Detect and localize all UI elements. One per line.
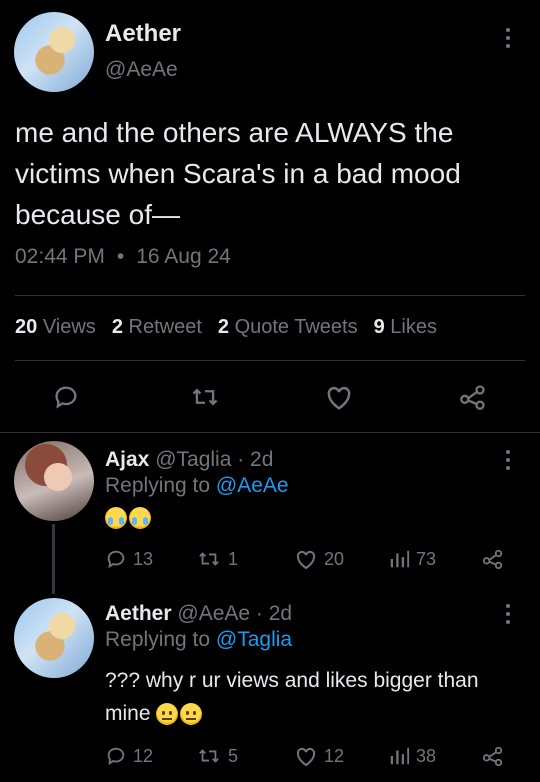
thread-line [52, 524, 55, 594]
reply-header: Aether @AeAe · 2d [105, 602, 292, 626]
like-icon[interactable] [324, 383, 354, 411]
view-count: 38 [416, 745, 437, 766]
retweet-action[interactable]: 1 [196, 548, 238, 570]
timestamp: 02:44 PM • 16 Aug 24 [15, 245, 231, 269]
tweet-text-line: because of— [15, 199, 180, 230]
date[interactable]: 16 Aug 24 [136, 245, 231, 269]
like-count: 20 [324, 548, 345, 569]
neutral-face-icon [180, 703, 203, 726]
tweet-text: me and the others are ALWAYS the victims… [15, 112, 461, 235]
replying-to: Replying to @AeAe [105, 474, 289, 497]
tweet-stats: 20 Views 2 Retweet 2 Quote Tweets 9 Like… [15, 316, 437, 339]
like-count: 12 [324, 745, 345, 766]
mention-link[interactable]: @AeAe [216, 474, 289, 497]
tweet-text-line: me and the others are ALWAYS the [15, 117, 454, 148]
share-icon[interactable] [482, 548, 504, 570]
reply-text: ??? why r ur views and likes bigger than… [105, 664, 479, 730]
author-name[interactable]: Aether [105, 602, 172, 625]
divider [15, 360, 525, 361]
reply-time[interactable]: · 2d [256, 602, 292, 625]
reply-action[interactable]: 13 [105, 548, 153, 570]
reply-text-line: ??? why r ur views and likes bigger than [105, 669, 479, 692]
share-icon[interactable] [458, 383, 488, 411]
author-name[interactable]: Aether [105, 20, 181, 48]
neutral-face-icon [156, 703, 179, 726]
quotes-stat[interactable]: 2 Quote Tweets [218, 316, 358, 339]
author-handle[interactable]: @AeAe [177, 602, 250, 625]
separator-dot: • [116, 245, 125, 268]
like-action[interactable]: 20 [294, 548, 344, 570]
crying-face-icon [129, 507, 151, 529]
more-options-icon[interactable] [504, 28, 512, 48]
views-action[interactable]: 38 [388, 745, 436, 767]
avatar[interactable] [14, 12, 94, 92]
author-handle[interactable]: @AeAe [105, 58, 178, 82]
like-action[interactable]: 12 [294, 745, 344, 767]
view-count: 73 [416, 548, 437, 569]
author-handle[interactable]: @Taglia [155, 448, 231, 471]
reply-icon[interactable] [52, 383, 80, 411]
time[interactable]: 02:44 PM [15, 245, 105, 269]
retweet-action[interactable]: 5 [196, 745, 238, 767]
reply-action[interactable]: 12 [105, 745, 153, 767]
views-action[interactable]: 73 [388, 548, 436, 570]
retweet-count: 1 [228, 548, 239, 569]
share-icon[interactable] [482, 745, 504, 767]
reply-header: Ajax @Taglia · 2d [105, 448, 273, 472]
divider [15, 295, 525, 296]
avatar[interactable] [14, 441, 94, 521]
reply-count: 12 [133, 745, 154, 766]
views-stat[interactable]: 20 Views [15, 316, 96, 339]
mention-link[interactable]: @Taglia [216, 628, 292, 651]
tweet-text-line: victims when Scara's in a bad mood [15, 158, 461, 189]
reply-count: 13 [133, 548, 154, 569]
retweet-icon[interactable] [190, 383, 220, 411]
avatar[interactable] [14, 598, 94, 678]
more-options-icon[interactable] [504, 604, 512, 624]
divider [0, 432, 540, 433]
reply-time[interactable]: · 2d [237, 448, 273, 471]
replying-to: Replying to @Taglia [105, 628, 293, 651]
more-options-icon[interactable] [504, 450, 512, 470]
reply-emojis [105, 507, 153, 529]
crying-face-icon [105, 507, 127, 529]
retweet-count: 5 [228, 745, 239, 766]
retweets-stat[interactable]: 2 Retweet [112, 316, 202, 339]
reply-text-line2: mine [105, 697, 479, 730]
author-name[interactable]: Ajax [105, 448, 149, 471]
likes-stat[interactable]: 9 Likes [374, 316, 437, 339]
